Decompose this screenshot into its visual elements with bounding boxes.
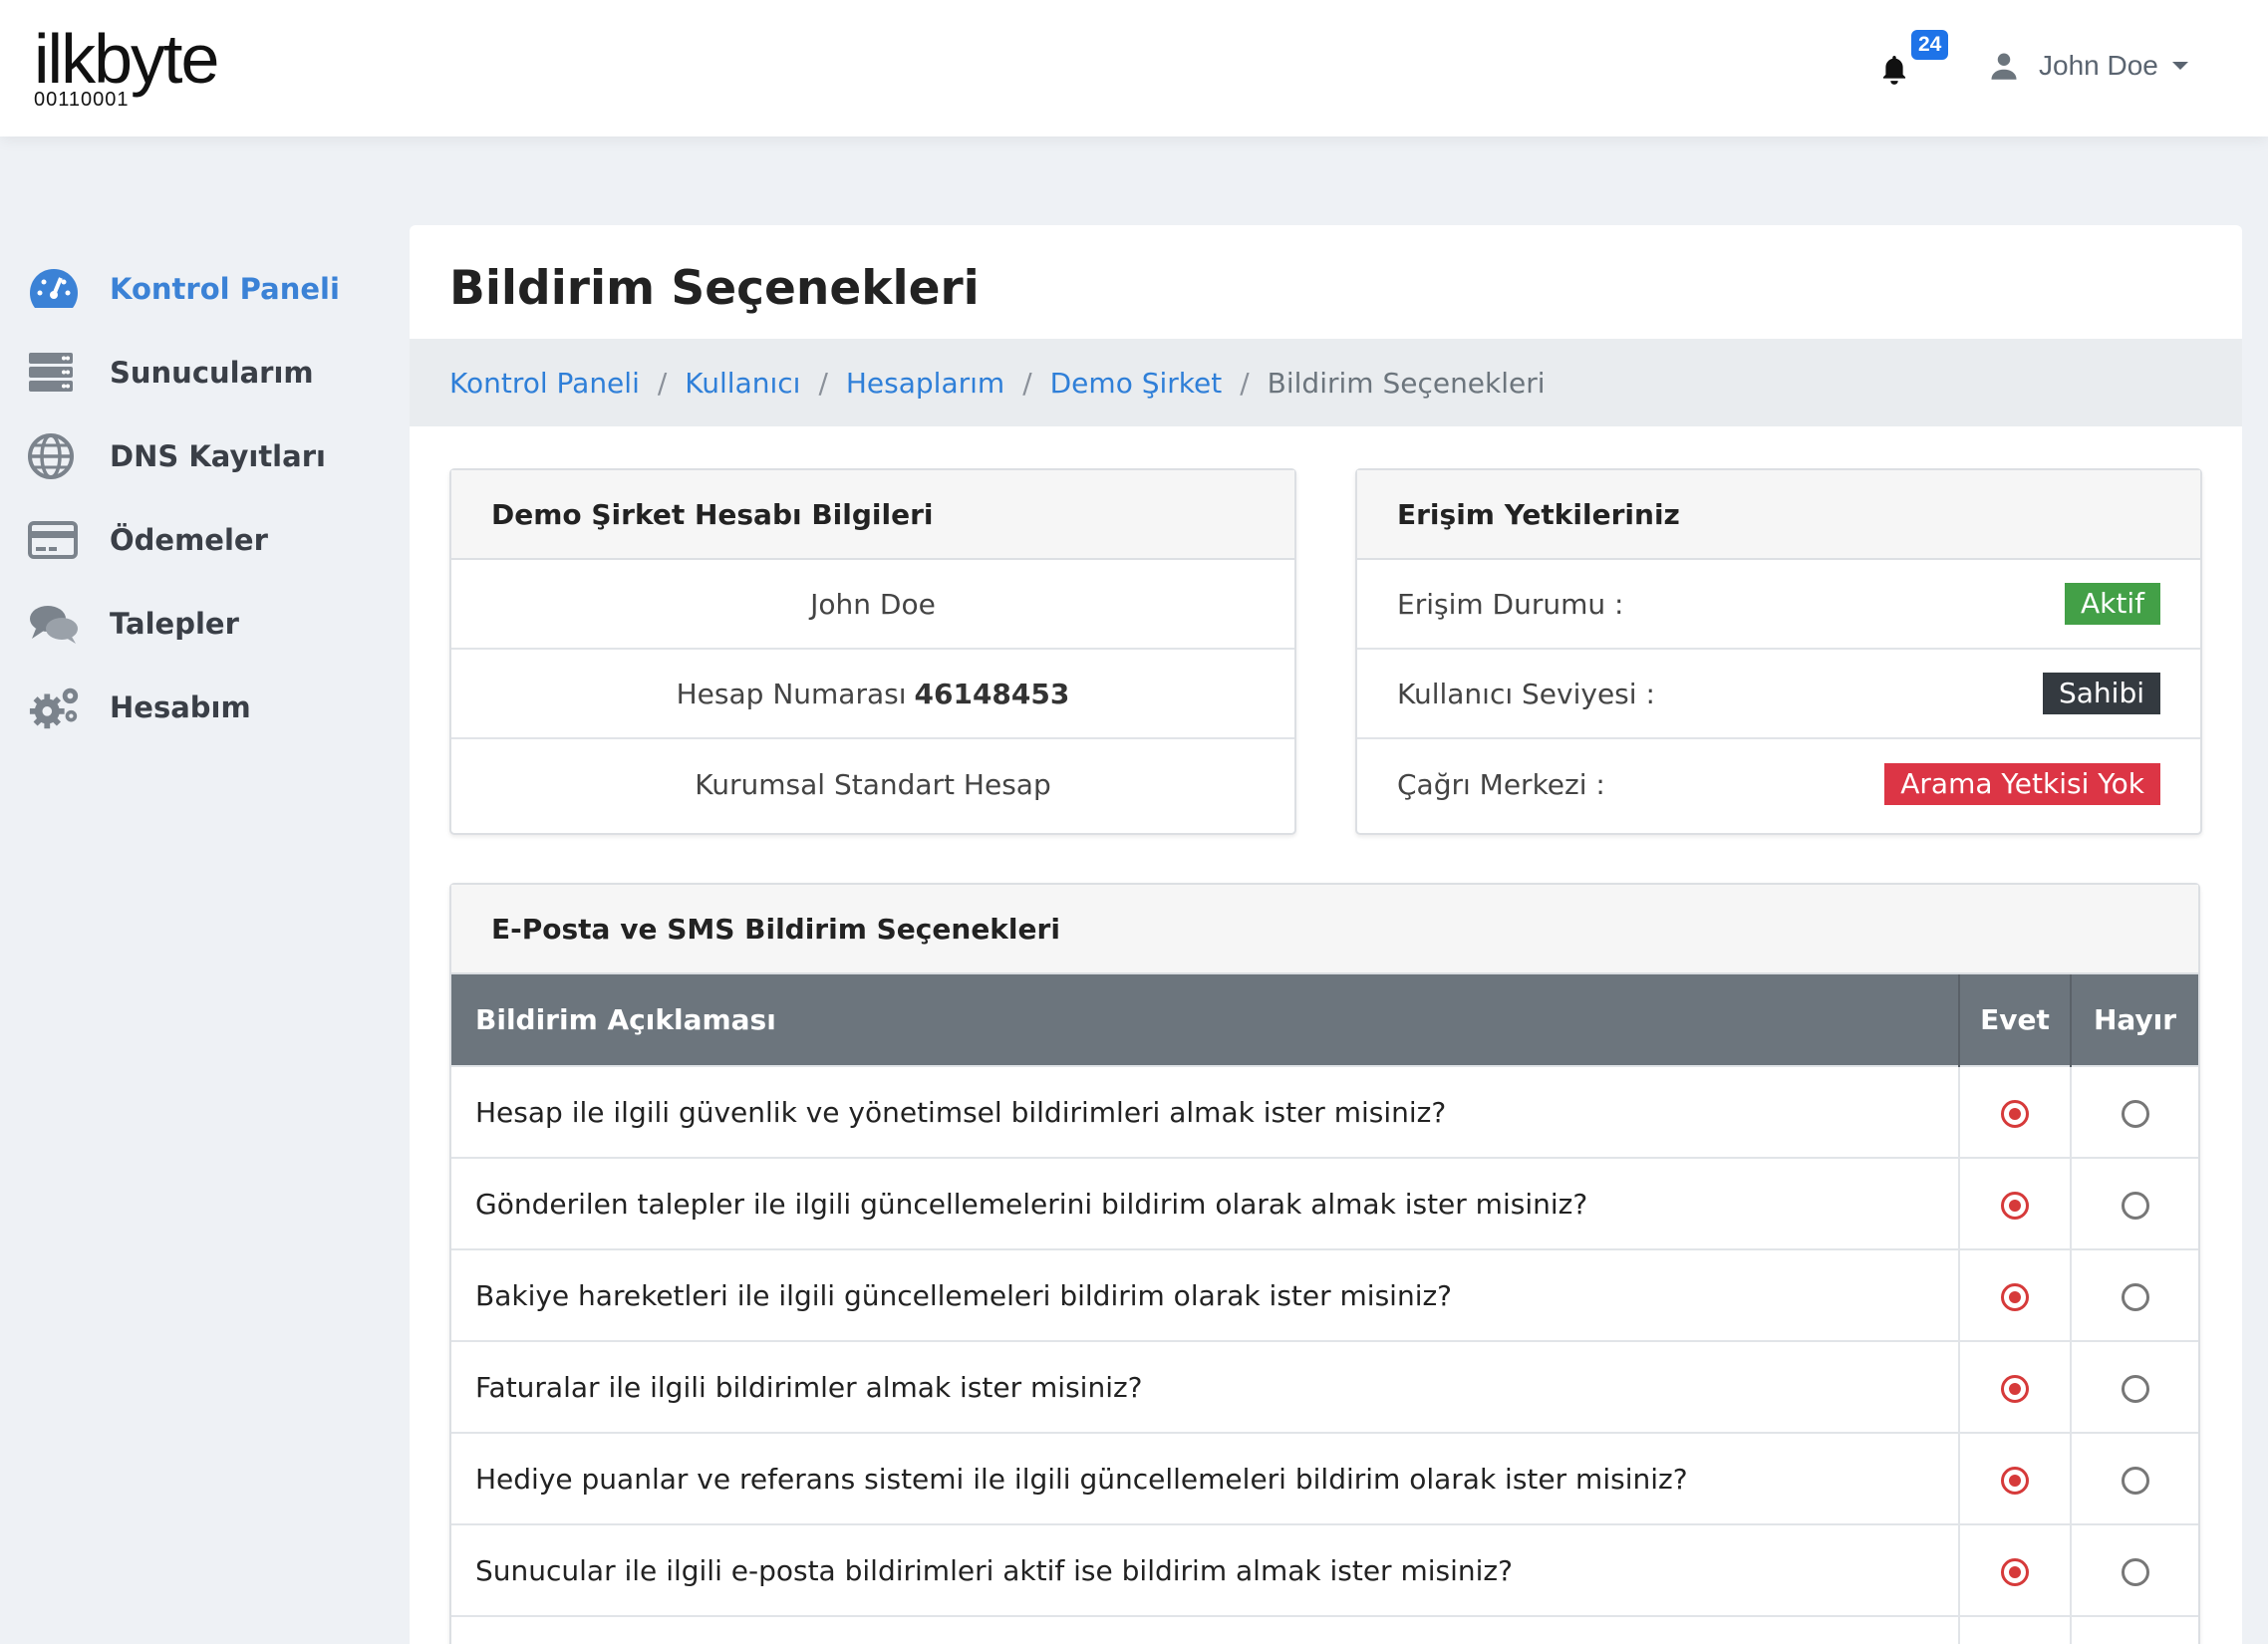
table-row: Sunucular ile ilgili e-posta bildirimler…: [451, 1523, 2198, 1616]
notification-table: Bildirim Açıklaması Evet Hayır Hesap ile…: [451, 974, 2198, 1644]
user-name: John Doe: [2039, 50, 2158, 81]
top-bar: ilkbyte 00110001 24 John Doe: [0, 0, 2268, 137]
breadcrumb-current: Bildirim Seçenekleri: [1267, 366, 1546, 400]
user-level-badge: Sahibi: [2042, 673, 2160, 714]
radio-yes[interactable]: [2001, 1099, 2029, 1128]
radio-yes[interactable]: [2001, 1191, 2029, 1220]
sidebar-item-label: Kontrol Paneli: [110, 272, 340, 306]
breadcrumb-separator: /: [1240, 366, 1250, 400]
breadcrumb-link-user[interactable]: Kullanıcı: [685, 367, 800, 400]
sidebar-item-label: DNS Kayıtları: [110, 439, 326, 473]
server-icon: [28, 349, 82, 397]
breadcrumb-link-dashboard[interactable]: Kontrol Paneli: [449, 367, 640, 400]
status-badge: Aktif: [2065, 583, 2160, 625]
account-number-row: Hesap Numarası 46148453: [451, 650, 1294, 739]
page-title: Bildirim Seçenekleri: [449, 261, 980, 316]
sidebar-item-servers[interactable]: Sunucularım: [28, 331, 387, 414]
breadcrumb-link-company[interactable]: Demo Şirket: [1050, 367, 1223, 400]
sidebar-item-label: Ödemeler: [110, 523, 268, 557]
account-owner-row: John Doe: [451, 560, 1294, 650]
sidebar-item-dashboard[interactable]: Kontrol Paneli: [28, 247, 387, 331]
radio-no[interactable]: [2121, 1191, 2149, 1220]
credit-card-icon: [28, 516, 82, 564]
radio-yes[interactable]: [2001, 1374, 2029, 1403]
account-plan: Kurumsal Standart Hesap: [695, 767, 1051, 801]
user-level-label: Kullanıcı Seviyesi :: [1397, 677, 1655, 710]
access-status-row: Erişim Durumu : Aktif: [1357, 560, 2200, 650]
sidebar-item-label: Sunucularım: [110, 356, 314, 390]
radio-no[interactable]: [2121, 1374, 2149, 1403]
table-row: Gönderilen talepler ile ilgili güncellem…: [451, 1157, 2198, 1249]
account-info-card: Demo Şirket Hesabı Bilgileri John Doe He…: [449, 468, 1296, 835]
account-number-value: 46148453: [914, 677, 1070, 710]
radio-no[interactable]: [2121, 1099, 2149, 1128]
column-header-description: Bildirim Açıklaması: [451, 974, 1960, 1066]
table-row: Bakiye hareketleri ile ilgili güncelleme…: [451, 1248, 2198, 1341]
radio-yes[interactable]: [2001, 1466, 2029, 1495]
sidebar-item-label: Hesabım: [110, 690, 251, 724]
dashboard-gauge-icon: [28, 265, 82, 313]
table-row: Hesap ile ilgili güvenlik ve yönetimsel …: [451, 1065, 2198, 1158]
sidebar-item-dns[interactable]: DNS Kayıtları: [28, 414, 387, 498]
account-plan-row: Kurumsal Standart Hesap: [451, 739, 1294, 829]
call-center-row: Çağrı Merkezi : Arama Yetkisi Yok: [1357, 739, 2200, 829]
column-header-yes: Evet: [1959, 974, 2072, 1066]
main-content: Bildirim Seçenekleri Kontrol Paneli / Ku…: [410, 225, 2242, 1644]
chevron-down-icon: [2171, 62, 2188, 70]
column-header-no: Hayır: [2071, 974, 2198, 1066]
notification-card-title: E-Posta ve SMS Bildirim Seçenekleri: [451, 885, 2198, 974]
access-card-title: Erişim Yetkileriniz: [1357, 470, 2200, 560]
account-number-label: Hesap Numarası: [676, 677, 907, 710]
sidebar-nav: Kontrol Paneli Sunucularım DNS Kayıtları…: [28, 247, 387, 749]
notifications-button[interactable]: 24: [1879, 30, 1949, 94]
brand-word: ilkbyte: [34, 20, 219, 98]
radio-yes[interactable]: [2001, 1282, 2029, 1311]
globe-icon: [28, 432, 82, 480]
notification-options-card: E-Posta ve SMS Bildirim Seçenekleri Bild…: [449, 883, 2200, 1644]
breadcrumb: Kontrol Paneli / Kullanıcı / Hesaplarım …: [410, 339, 2242, 426]
user-menu-dropdown[interactable]: John Doe: [1989, 44, 2188, 88]
gears-icon: [28, 684, 82, 731]
breadcrumb-link-accounts[interactable]: Hesaplarım: [846, 367, 1004, 400]
table-row: [451, 1615, 2198, 1644]
access-status-label: Erişim Durumu :: [1397, 587, 1624, 621]
user-icon: [1991, 53, 2017, 80]
notification-description: Sunucular ile ilgili e-posta bildirimler…: [451, 1523, 1960, 1616]
radio-yes[interactable]: [2001, 1557, 2029, 1586]
bell-icon: [1882, 55, 1906, 85]
breadcrumb-separator: /: [657, 366, 668, 400]
notification-description: Faturalar ile ilgili bildirimler almak i…: [451, 1340, 1960, 1433]
table-header-row: Bildirim Açıklaması Evet Hayır: [451, 974, 2198, 1066]
breadcrumb-separator: /: [818, 366, 828, 400]
notification-description: Bakiye hareketleri ile ilgili güncelleme…: [451, 1248, 1960, 1341]
sidebar-item-tickets[interactable]: Talepler: [28, 582, 387, 666]
sidebar-item-account[interactable]: Hesabım: [28, 666, 387, 749]
notification-description: Hesap ile ilgili güvenlik ve yönetimsel …: [451, 1065, 1960, 1158]
call-center-badge: Arama Yetkisi Yok: [1884, 763, 2160, 805]
sidebar-item-payments[interactable]: Ödemeler: [28, 498, 387, 582]
table-row: Hediye puanlar ve referans sistemi ile i…: [451, 1432, 2198, 1524]
access-permissions-card: Erişim Yetkileriniz Erişim Durumu : Akti…: [1355, 468, 2202, 835]
table-row: Faturalar ile ilgili bildirimler almak i…: [451, 1340, 2198, 1433]
user-level-row: Kullanıcı Seviyesi : Sahibi: [1357, 650, 2200, 739]
notification-description: Gönderilen talepler ile ilgili güncellem…: [451, 1157, 1960, 1249]
breadcrumb-separator: /: [1022, 366, 1032, 400]
chat-bubbles-icon: [28, 600, 82, 648]
notification-description: Hediye puanlar ve referans sistemi ile i…: [451, 1432, 1960, 1524]
radio-no[interactable]: [2121, 1282, 2149, 1311]
sidebar-item-label: Talepler: [110, 607, 239, 641]
radio-no[interactable]: [2121, 1557, 2149, 1586]
brand-logo[interactable]: ilkbyte 00110001: [34, 24, 253, 114]
account-card-title: Demo Şirket Hesabı Bilgileri: [451, 470, 1294, 560]
notification-count-badge: 24: [1911, 30, 1949, 60]
call-center-label: Çağrı Merkezi :: [1397, 767, 1605, 801]
radio-no[interactable]: [2121, 1466, 2149, 1495]
account-owner: John Doe: [810, 587, 936, 621]
